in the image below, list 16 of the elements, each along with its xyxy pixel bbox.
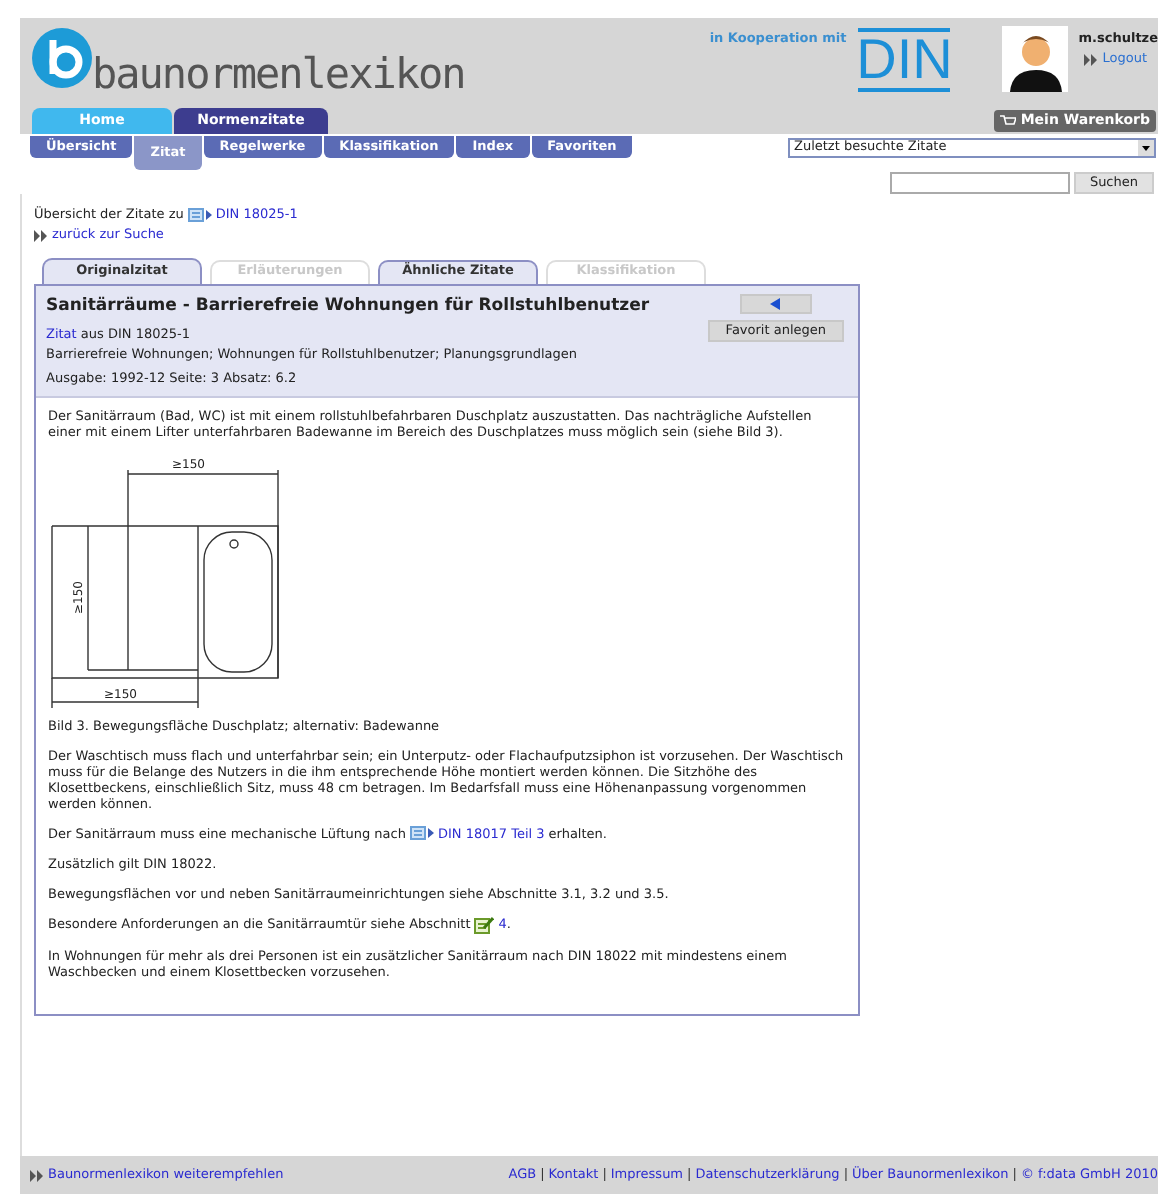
double-chevron-icon bbox=[34, 229, 48, 242]
din-logo: DIN bbox=[858, 28, 951, 92]
double-chevron-icon bbox=[30, 1169, 44, 1181]
left-triangle-icon bbox=[770, 297, 781, 309]
back-button[interactable] bbox=[739, 293, 812, 313]
logo-icon bbox=[32, 28, 92, 88]
logo-text: baunormenlexikon bbox=[92, 54, 465, 96]
note-pencil-icon bbox=[474, 915, 495, 933]
cart-icon bbox=[1000, 114, 1017, 128]
double-chevron-icon bbox=[1084, 53, 1099, 66]
citation-title: Sanitärräume - Barrierefreie Wohnungen für Rollstuhlbenutzer bbox=[46, 293, 652, 319]
dropdown-arrow-icon bbox=[1138, 140, 1154, 156]
document-arrow-icon bbox=[187, 208, 212, 223]
avatar-silhouette bbox=[1002, 26, 1069, 92]
search-field[interactable] bbox=[889, 172, 1070, 194]
document-arrow-icon bbox=[409, 826, 434, 840]
